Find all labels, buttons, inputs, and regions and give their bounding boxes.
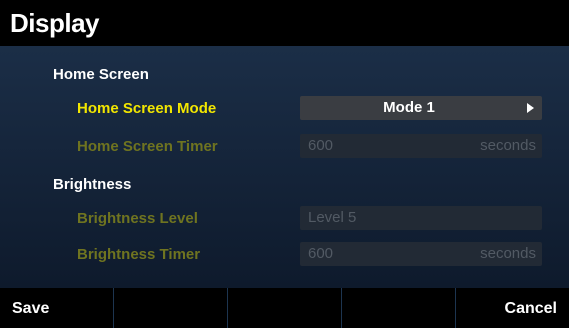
phone-screen: Display Home Screen Home Screen Mode Mod… xyxy=(0,0,569,328)
softkey-2 xyxy=(114,288,228,328)
brightness-timer-unit: seconds xyxy=(480,245,536,262)
home-screen-mode-label: Home Screen Mode xyxy=(77,100,217,117)
softkey-3 xyxy=(228,288,342,328)
softkey-4 xyxy=(342,288,456,328)
brightness-level-value: Level 5 xyxy=(308,209,357,226)
save-softkey[interactable]: Save xyxy=(0,288,114,328)
chevron-right-icon xyxy=(527,103,534,113)
softkey-bar: Save Cancel xyxy=(0,288,569,328)
brightness-level-label: Brightness Level xyxy=(77,210,198,227)
title-bar: Display xyxy=(0,0,569,46)
cancel-softkey[interactable]: Cancel xyxy=(456,288,569,328)
section-home-screen: Home Screen xyxy=(53,66,149,83)
cancel-label: Cancel xyxy=(504,300,557,317)
brightness-timer-value: 600 xyxy=(308,245,334,262)
home-screen-mode-value: Mode 1 xyxy=(383,99,435,116)
settings-panel: Home Screen Home Screen Mode Mode 1 Home… xyxy=(0,46,569,288)
brightness-level-field: Level 5 xyxy=(300,206,542,230)
home-screen-timer-label: Home Screen Timer xyxy=(77,138,218,155)
home-screen-timer-field: 600 seconds xyxy=(300,134,542,158)
brightness-timer-label: Brightness Timer xyxy=(77,246,201,263)
brightness-timer-field: 600 seconds xyxy=(300,242,542,266)
save-label: Save xyxy=(12,300,50,317)
home-screen-timer-unit: seconds xyxy=(480,137,536,154)
home-screen-mode-select[interactable]: Mode 1 xyxy=(300,96,542,120)
home-screen-timer-value: 600 xyxy=(308,137,334,154)
page-title: Display xyxy=(10,8,100,38)
section-brightness: Brightness xyxy=(53,176,132,193)
